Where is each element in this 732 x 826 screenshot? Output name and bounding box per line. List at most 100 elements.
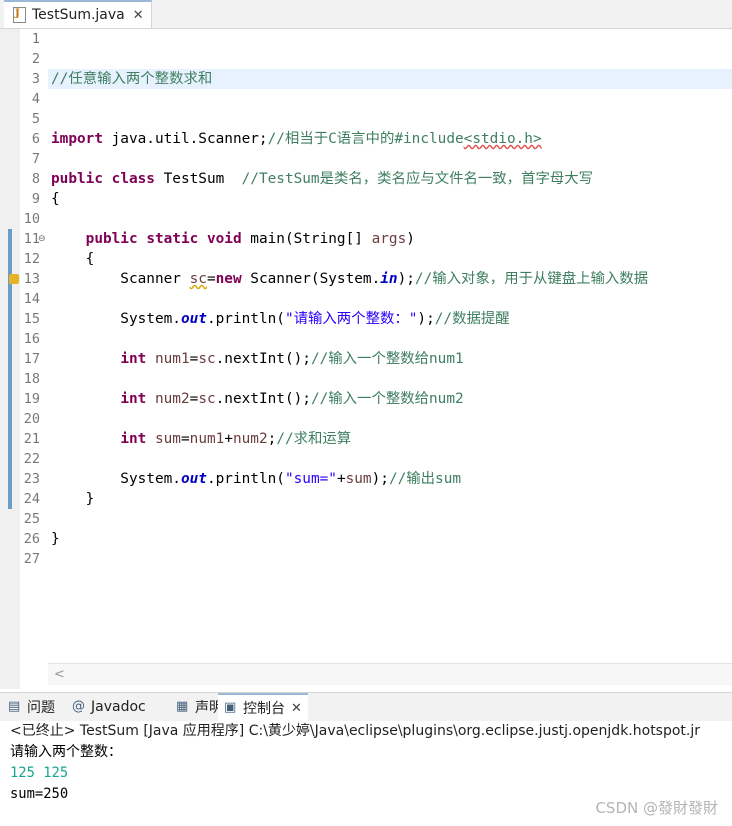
- code-token: num1: [154, 351, 190, 367]
- code-token: static: [146, 231, 199, 247]
- code-token: public: [85, 231, 138, 247]
- code-token: sc: [198, 351, 216, 367]
- fold-icon[interactable]: ⊖: [38, 229, 46, 249]
- console-tab-bar: ▤ 问题 @ Javadoc ▦ 声明 ▣ 控制台 ✕: [0, 692, 732, 722]
- code-line[interactable]: 26}: [0, 529, 732, 549]
- console-output-line: 125 125: [10, 765, 69, 781]
- code-line[interactable]: 9{: [0, 189, 732, 209]
- line-number: 12: [23, 251, 40, 267]
- code-token: main(String[]: [241, 231, 372, 247]
- code-token: {: [51, 191, 60, 207]
- code-line[interactable]: 3 //任意输入两个整数求和: [32, 69, 732, 89]
- line-number: 18: [23, 371, 40, 387]
- horizontal-scrollbar[interactable]: <: [48, 663, 732, 685]
- code-text: int num1=sc.nextInt();//输入一个整数给num1: [51, 349, 464, 369]
- code-token: <stdio.h>: [463, 131, 542, 147]
- code-line[interactable]: 20: [0, 409, 732, 429]
- tab-problems[interactable]: ▤ 问题: [8, 693, 55, 721]
- javadoc-icon: @: [72, 699, 85, 714]
- code-text: System.out.println("sum="+sum);//输出sum: [51, 469, 461, 489]
- code-line[interactable]: 5: [0, 109, 732, 129]
- code-line[interactable]: 23 System.out.println("sum="+sum);//输出su…: [0, 469, 732, 489]
- editor-tab-testsum[interactable]: J TestSum.java ✕: [4, 0, 152, 28]
- code-token: System.: [51, 471, 181, 487]
- line-number: 2: [31, 51, 40, 67]
- problems-icon: ▤: [8, 699, 21, 714]
- tab-javadoc-label: Javadoc: [91, 699, 146, 715]
- code-line[interactable]: 11 ⊖ public static void main(String[] arg…: [0, 229, 732, 249]
- code-line[interactable]: 1: [0, 29, 732, 49]
- code-token: ): [406, 231, 415, 247]
- watermark: CSDN @發財發財: [595, 799, 718, 817]
- code-token: );: [397, 271, 415, 287]
- line-number: 9: [31, 191, 40, 207]
- line-number: 24: [23, 491, 40, 507]
- console-output-line: sum=250: [10, 786, 69, 802]
- line-number: 1: [31, 31, 40, 47]
- close-icon[interactable]: ✕: [291, 701, 302, 716]
- code-token: Scanner(System.: [241, 271, 381, 287]
- code-line[interactable]: 16: [0, 329, 732, 349]
- code-line[interactable]: 14: [0, 289, 732, 309]
- tab-declaration[interactable]: ▦ 声明: [176, 693, 223, 721]
- code-line[interactable]: 8 public class TestSum //TestSum是类名，类名应与文…: [0, 169, 732, 189]
- code-token: .println(: [206, 471, 285, 487]
- code-text: public class TestSum //TestSum是类名，类名应与文件…: [51, 169, 593, 189]
- code-token: int: [120, 431, 147, 447]
- declaration-icon: ▦: [176, 699, 189, 714]
- code-token: //任意输入两个整数求和: [51, 71, 213, 87]
- scroll-left-icon[interactable]: <: [54, 667, 65, 682]
- code-line[interactable]: 27: [0, 549, 732, 569]
- code-text: int sum=num1+num2;//求和运算: [51, 429, 351, 449]
- editor-tab-bar: J TestSum.java ✕: [0, 0, 732, 29]
- code-line[interactable]: 24 }: [0, 489, 732, 509]
- line-number: 11: [23, 231, 40, 247]
- line-number: 19: [23, 391, 40, 407]
- code-line[interactable]: 17 int num1=sc.nextInt();//输入一个整数给num1: [0, 349, 732, 369]
- code-line[interactable]: 12 {: [0, 249, 732, 269]
- code-token: num2: [154, 391, 190, 407]
- code-line[interactable]: 19 int num2=sc.nextInt();//输入一个整数给num2: [0, 389, 732, 409]
- tab-javadoc[interactable]: @ Javadoc: [72, 693, 146, 721]
- code-line[interactable]: 4: [0, 89, 732, 109]
- code-token: +: [336, 471, 346, 487]
- code-line[interactable]: 6 import java.util.Scanner;//相当于C语言中的#inc…: [0, 129, 732, 149]
- code-line[interactable]: 21 int sum=num1+num2;//求和运算: [0, 429, 732, 449]
- console-icon: ▣: [224, 700, 237, 715]
- code-line[interactable]: 25: [0, 509, 732, 529]
- code-token: =: [189, 391, 199, 407]
- code-token: sum: [345, 471, 372, 487]
- code-token: //输入一个整数给num1: [310, 351, 464, 367]
- line-number: 10: [23, 211, 40, 227]
- code-token: java.util.Scanner;: [102, 131, 268, 147]
- code-line[interactable]: 22: [0, 449, 732, 469]
- close-icon[interactable]: ✕: [133, 8, 144, 23]
- tab-console[interactable]: ▣ 控制台 ✕: [218, 693, 308, 721]
- code-line[interactable]: 13 Scanner sc=new Scanner(System.in);//输…: [0, 269, 732, 289]
- code-token: .println(: [206, 311, 285, 327]
- console-output-line: 请输入两个整数：: [10, 744, 122, 760]
- code-token: int: [120, 391, 147, 407]
- code-token: sc: [198, 391, 216, 407]
- code-token: );: [417, 311, 435, 327]
- code-line[interactable]: 10: [0, 209, 732, 229]
- code-line[interactable]: 15 System.out.println("请输入两个整数：");//数据提醒: [0, 309, 732, 329]
- line-number: 5: [31, 111, 40, 127]
- code-token: new: [215, 271, 242, 287]
- code-text: }: [51, 529, 60, 549]
- code-line[interactable]: 2: [0, 49, 732, 69]
- console-header: <已终止> TestSum [Java 应用程序] C:\黄少婷\Java\ec…: [10, 723, 701, 739]
- code-token: ;: [267, 431, 277, 447]
- code-line[interactable]: 18: [0, 369, 732, 389]
- code-token: import: [51, 131, 103, 147]
- code-token: "sum=": [284, 471, 337, 487]
- code-line[interactable]: 7: [0, 149, 732, 169]
- tab-problems-label: 问题: [27, 700, 55, 716]
- tab-console-label: 控制台: [243, 701, 285, 717]
- code-editor[interactable]: 1 2 3//任意输入两个整数求和 4 5 6 import java.util.Scann…: [0, 29, 732, 689]
- code-text: //任意输入两个整数求和: [51, 69, 212, 89]
